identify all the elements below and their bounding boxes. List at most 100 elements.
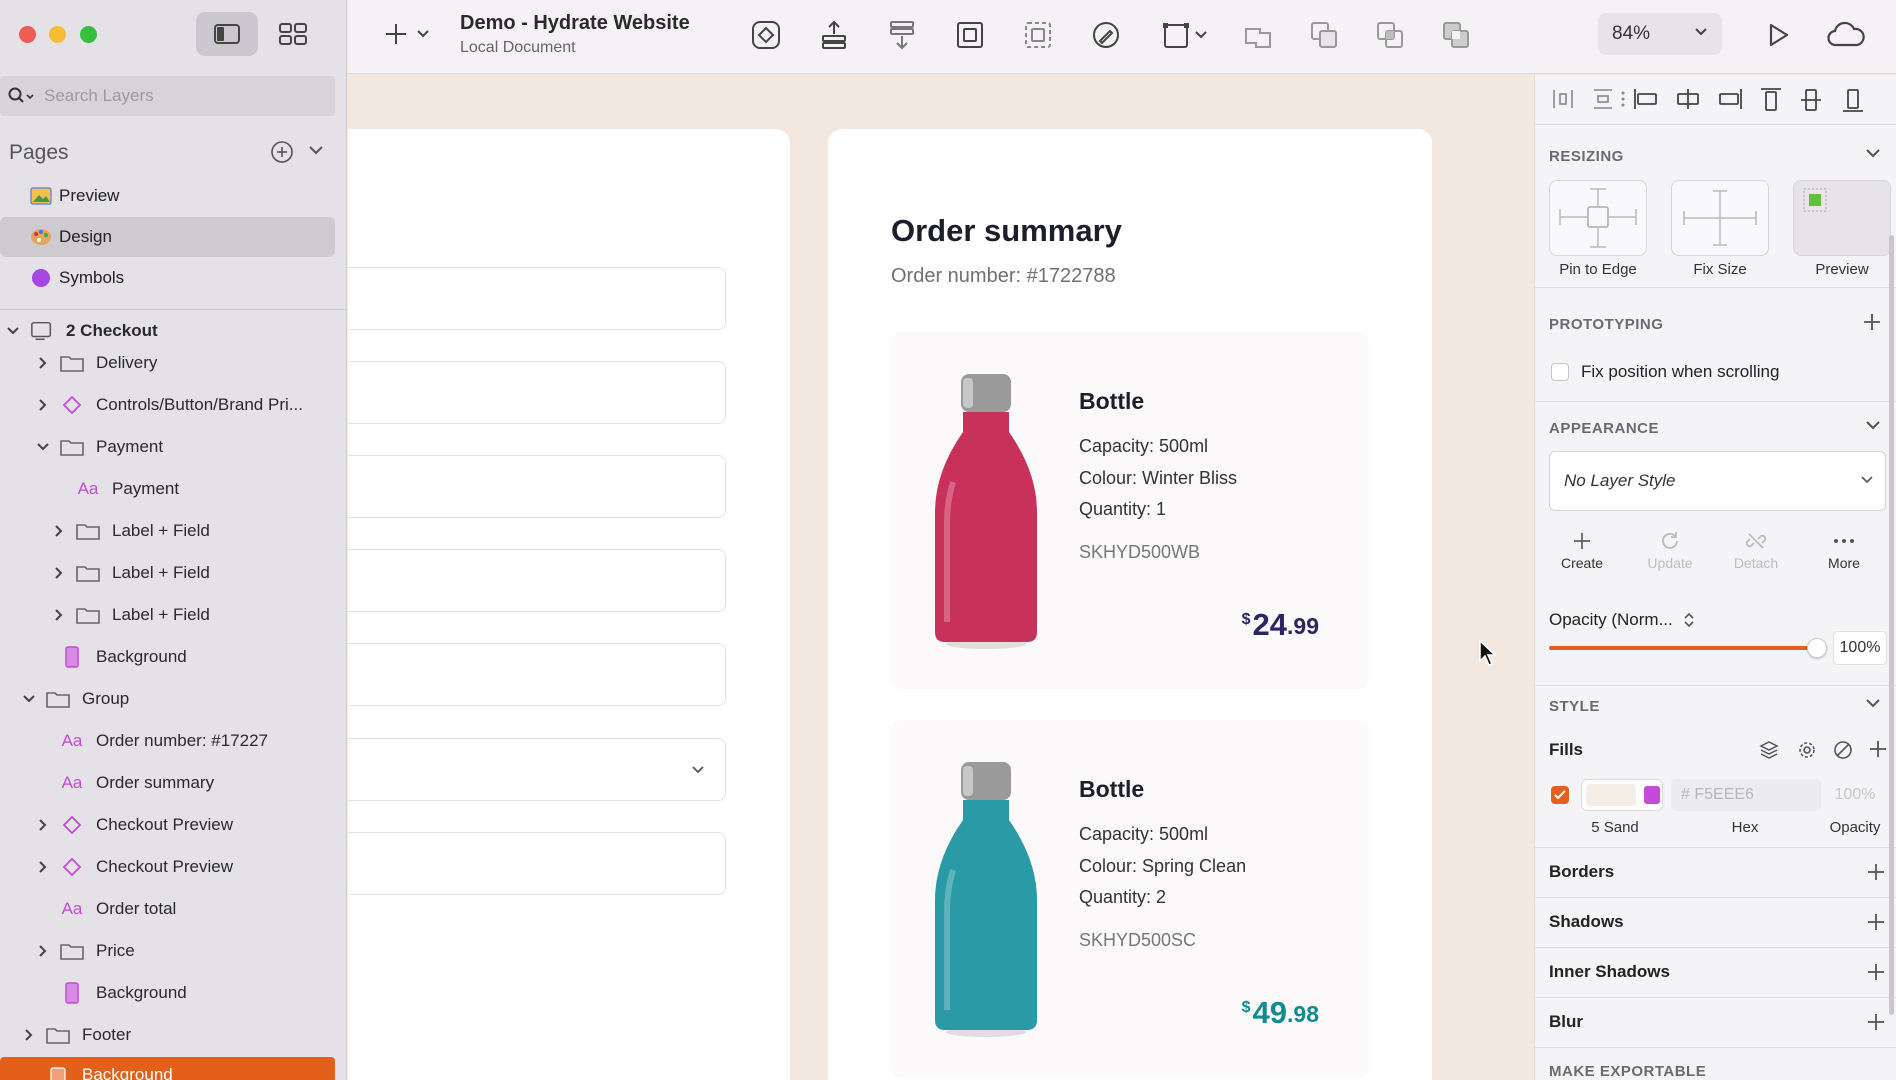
create-style-button[interactable]: Create	[1547, 527, 1617, 571]
distribute-horizontal-icon[interactable]	[1551, 87, 1575, 111]
layer-row-symbol[interactable]: Checkout Preview	[0, 846, 346, 888]
fill-opacity-input[interactable]: 100%	[1825, 779, 1885, 811]
chevron-right-icon[interactable]	[52, 524, 66, 538]
form-select-field[interactable]	[348, 738, 726, 801]
page-item-preview[interactable]: Preview	[0, 176, 335, 216]
layer-row-folder[interactable]: Label + Field	[0, 594, 346, 636]
detach-style-button[interactable]: Detach	[1721, 527, 1791, 571]
backward-button[interactable]	[884, 17, 920, 53]
add-fill-icon[interactable]	[1869, 740, 1887, 758]
blur-row[interactable]: Blur	[1549, 1007, 1885, 1037]
chevron-right-icon[interactable]	[36, 818, 50, 832]
transform-menu-button[interactable]	[1156, 17, 1216, 53]
layer-row-folder[interactable]: Label + Field	[0, 510, 346, 552]
union-button[interactable]	[1240, 17, 1276, 53]
chevron-right-icon[interactable]	[36, 398, 50, 412]
resize-preview-tile[interactable]	[1793, 180, 1891, 256]
form-field[interactable]	[348, 549, 726, 612]
update-style-button[interactable]: Update	[1635, 527, 1705, 571]
prototyping-section-header[interactable]: PROTOTYPING	[1549, 311, 1885, 337]
chevron-down-icon[interactable]	[22, 694, 36, 704]
add-border-icon[interactable]	[1867, 863, 1885, 881]
add-prototyping-icon[interactable]	[1863, 313, 1881, 331]
add-shadow-icon[interactable]	[1867, 913, 1885, 931]
form-field[interactable]	[348, 361, 726, 424]
ungroup-button[interactable]	[1020, 17, 1056, 53]
pin-to-edge-tile[interactable]	[1549, 180, 1647, 256]
minimize-window-button[interactable]	[49, 26, 66, 43]
layer-row-text[interactable]: Aa Order total	[0, 888, 346, 930]
align-left-icon[interactable]	[1633, 87, 1659, 111]
color-variables-icon[interactable]	[1759, 740, 1779, 760]
checkout-form-card[interactable]	[348, 129, 790, 1080]
form-field[interactable]	[348, 455, 726, 518]
form-field[interactable]	[348, 643, 726, 706]
form-field[interactable]	[348, 832, 726, 895]
opacity-input[interactable]: 100%	[1833, 631, 1887, 665]
align-top-icon[interactable]	[1759, 87, 1783, 113]
add-page-icon[interactable]	[270, 140, 294, 164]
fix-position-checkbox[interactable]	[1551, 363, 1569, 381]
chevron-down-icon[interactable]	[1865, 147, 1881, 159]
layer-list-view-button[interactable]	[196, 12, 258, 56]
align-right-icon[interactable]	[1717, 87, 1743, 111]
chevron-down-icon[interactable]	[1865, 419, 1881, 431]
search-layers-input[interactable]	[44, 86, 314, 106]
layer-row-folder[interactable]: Delivery	[0, 342, 346, 384]
layer-row-rectangle[interactable]: Background	[0, 636, 346, 678]
group-button[interactable]	[952, 17, 988, 53]
layer-row-folder[interactable]: Group	[0, 678, 346, 720]
inspector-scrollbar[interactable]	[1889, 235, 1894, 1015]
product-card[interactable]: Bottle Capacity: 500ml Colour: Spring Cl…	[891, 720, 1369, 1077]
collapse-pages-icon[interactable]	[308, 144, 324, 156]
product-card[interactable]: Bottle Capacity: 500ml Colour: Winter Bl…	[891, 332, 1369, 689]
more-vertical-icon[interactable]	[1619, 87, 1627, 111]
difference-button[interactable]	[1438, 17, 1474, 53]
fill-enabled-checkbox[interactable]	[1551, 786, 1569, 804]
chevron-right-icon[interactable]	[52, 566, 66, 580]
layer-row-rectangle-selected[interactable]: Background	[0, 1057, 335, 1080]
edit-button[interactable]	[1088, 17, 1124, 53]
resizing-section-header[interactable]: RESIZING	[1549, 143, 1885, 169]
gear-icon[interactable]	[1797, 740, 1817, 760]
subtract-button[interactable]	[1306, 17, 1342, 53]
align-middle-vertical-icon[interactable]	[1799, 87, 1823, 113]
order-summary-card[interactable]: Order summary Order number: #1722788 Bot…	[828, 129, 1432, 1080]
design-canvas[interactable]: Order summary Order number: #1722788 Bot…	[348, 75, 1534, 1080]
intersect-button[interactable]	[1372, 17, 1408, 53]
chevron-right-icon[interactable]	[36, 860, 50, 874]
inner-shadows-row[interactable]: Inner Shadows	[1549, 957, 1885, 987]
layer-row-symbol[interactable]: Checkout Preview	[0, 804, 346, 846]
chevron-right-icon[interactable]	[36, 944, 50, 958]
forward-button[interactable]	[816, 17, 852, 53]
tint-icon[interactable]	[1833, 740, 1853, 760]
borders-row[interactable]: Borders	[1549, 857, 1885, 887]
layer-row-text[interactable]: Aa Order summary	[0, 762, 346, 804]
fill-hex-input[interactable]: # F5EEE6	[1671, 779, 1821, 811]
page-item-symbols[interactable]: Symbols	[0, 258, 335, 298]
chevron-right-icon[interactable]	[36, 356, 50, 370]
layer-row-symbol[interactable]: Controls/Button/Brand Pri...	[0, 384, 346, 426]
opacity-slider-handle[interactable]	[1807, 638, 1827, 658]
opacity-slider-track[interactable]	[1549, 646, 1814, 650]
component-grid-view-button[interactable]	[262, 12, 324, 56]
form-field[interactable]	[348, 267, 726, 330]
layer-style-select[interactable]: No Layer Style	[1549, 451, 1886, 511]
align-bottom-icon[interactable]	[1841, 87, 1865, 113]
create-symbol-button[interactable]	[748, 17, 784, 53]
layer-row-rectangle[interactable]: Background	[0, 972, 346, 1014]
distribute-vertical-icon[interactable]	[1591, 87, 1615, 111]
shadows-row[interactable]: Shadows	[1549, 907, 1885, 937]
chevron-down-icon[interactable]	[1865, 697, 1881, 709]
chevron-right-icon[interactable]	[22, 1028, 36, 1042]
fill-color-swatch[interactable]	[1581, 779, 1663, 811]
zoom-window-button[interactable]	[80, 26, 97, 43]
more-style-options-button[interactable]: More	[1809, 527, 1879, 571]
layer-row-folder[interactable]: Price	[0, 930, 346, 972]
layer-row-text[interactable]: Aa Payment	[0, 468, 346, 510]
layer-row-folder[interactable]: Footer	[0, 1014, 346, 1056]
chevron-right-icon[interactable]	[52, 608, 66, 622]
search-icon[interactable]	[8, 87, 34, 105]
close-window-button[interactable]	[19, 26, 36, 43]
align-center-horizontal-icon[interactable]	[1675, 87, 1701, 111]
